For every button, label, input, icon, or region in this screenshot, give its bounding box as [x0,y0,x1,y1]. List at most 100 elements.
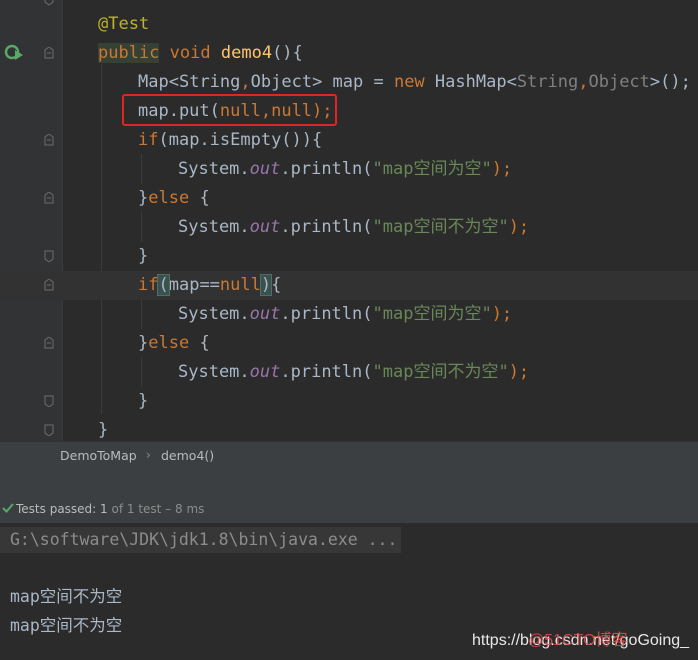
token: Object [588,72,650,92]
code-line[interactable]: }else { [0,329,698,358]
test-status-text: Tests passed: 1 of 1 test – 8 ms [16,495,204,523]
println-statement: System.out.println("map空间不为空"); [178,358,529,387]
check-icon [2,503,14,513]
keyword-else: else [148,188,190,208]
null-literal: null [219,275,261,295]
token: System. [178,217,250,237]
static-field: out [249,217,281,237]
if-isempty: if(map.isEmpty()){ [138,126,322,155]
token: Object [250,72,313,92]
token: String [178,72,241,92]
token: , [578,72,589,92]
status-count: 1 [100,502,108,516]
fold-marker-icon[interactable] [44,250,54,262]
token: ); [491,304,513,324]
fold-marker-icon[interactable] [44,279,54,291]
fold-marker-icon[interactable] [44,0,54,6]
code-line[interactable]: System.out.println("map空间为空"); [0,155,698,184]
token: .println( [280,217,373,237]
breadcrumb-separator: › [146,448,151,462]
code-line[interactable]: System.out.println("map空间不为空"); [0,213,698,242]
string-literal: "map空间为空" [372,159,492,179]
if-null-check: if(map==null){ [138,271,281,300]
token: > map = [312,72,394,92]
watermark: https://blog.csdn.net/goGoing_ @51CTO博客 [472,628,689,654]
breadcrumb: DemoToMap › demo4() [0,441,698,470]
fold-marker-icon[interactable] [44,337,54,349]
println-statement: System.out.println("map空间为空"); [178,300,512,329]
token: < [506,72,517,92]
string-literal: "map空间为空" [372,304,492,324]
closing-brace: } [138,391,149,411]
token: System. [178,362,250,382]
code-line[interactable]: Map<String,Object> map = new HashMap<Str… [0,68,698,97]
code-line[interactable]: if(map.isEmpty()){ [0,126,698,155]
token: map== [168,275,220,295]
keyword-if: if [138,275,159,295]
code-line[interactable]: System.out.println("map空间不为空"); [0,358,698,387]
token: Map [138,72,169,92]
token: { [189,188,210,208]
code-line[interactable]: } [0,416,698,441]
paren-match: ) [259,274,273,296]
static-field: out [249,159,281,179]
annotation-test: @Test [98,14,150,34]
code-line[interactable]: }else { [0,184,698,213]
token: HashMap [424,72,507,92]
console-output-line: map空间不为空 [10,587,123,606]
token: System. [178,304,250,324]
token: } [138,188,149,208]
token: (map.isEmpty()){ [158,130,323,150]
string-literal: "map空间不为空" [372,362,509,382]
token: String [516,72,579,92]
breadcrumb-class[interactable]: DemoToMap [60,442,137,470]
code-line[interactable]: @Test [0,10,698,39]
status-prefix: Tests passed: [16,502,101,516]
token: ); [508,362,530,382]
code-line[interactable]: } [0,387,698,416]
token: < [168,72,179,92]
code-line-current[interactable]: if(map==null){ [0,271,698,300]
code-line[interactable]: map.put(null,null); [0,97,698,126]
code-line[interactable]: System.out.println("map空间为空"); [0,300,698,329]
fold-marker-icon[interactable] [44,192,54,204]
highlight-box [122,94,337,126]
keyword-new: new [393,72,425,92]
closing-brace: } [98,420,109,440]
token: ); [508,217,530,237]
keyword-public: public [98,43,160,63]
fold-marker-icon[interactable] [44,424,54,436]
test-status-bar: Tests passed: 1 of 1 test – 8 ms [0,495,698,523]
token: .println( [280,159,373,179]
method-params: (){ [272,43,303,63]
token: , [240,72,251,92]
println-statement: System.out.println("map空间不为空"); [178,213,529,242]
keyword-if: if [138,130,159,150]
static-field: out [249,304,281,324]
console-command[interactable]: G:\software\JDK\jdk1.8\bin\java.exe ... [10,526,397,554]
fold-marker-icon[interactable] [44,47,54,59]
token: } [138,333,149,353]
code-line[interactable]: } [0,242,698,271]
token: { [271,275,282,295]
code-line[interactable]: public void demo4(){ [0,39,698,68]
token: >(); [649,72,691,92]
status-detail: of 1 test – 8 ms [107,502,205,516]
console-output-line: map空间不为空 [10,616,123,635]
run-test-icon[interactable] [4,44,24,62]
breadcrumb-method[interactable]: demo4() [161,442,214,470]
fold-marker-icon[interactable] [44,134,54,146]
println-statement: System.out.println("map空间为空"); [178,155,512,184]
keyword-else: else [148,333,190,353]
string-literal: "map空间不为空" [372,217,509,237]
token: .println( [280,304,373,324]
token: ); [491,159,513,179]
token: { [189,333,210,353]
watermark-overlay: @51CTO博客 [528,632,628,649]
code-editor[interactable]: @Test public void demo4(){ Map<String,Ob… [0,0,698,441]
paren-match: ( [157,274,170,296]
token: System. [178,159,250,179]
keyword-void: void [169,43,211,63]
fold-marker-icon[interactable] [44,395,54,407]
method-name: demo4 [220,43,273,63]
